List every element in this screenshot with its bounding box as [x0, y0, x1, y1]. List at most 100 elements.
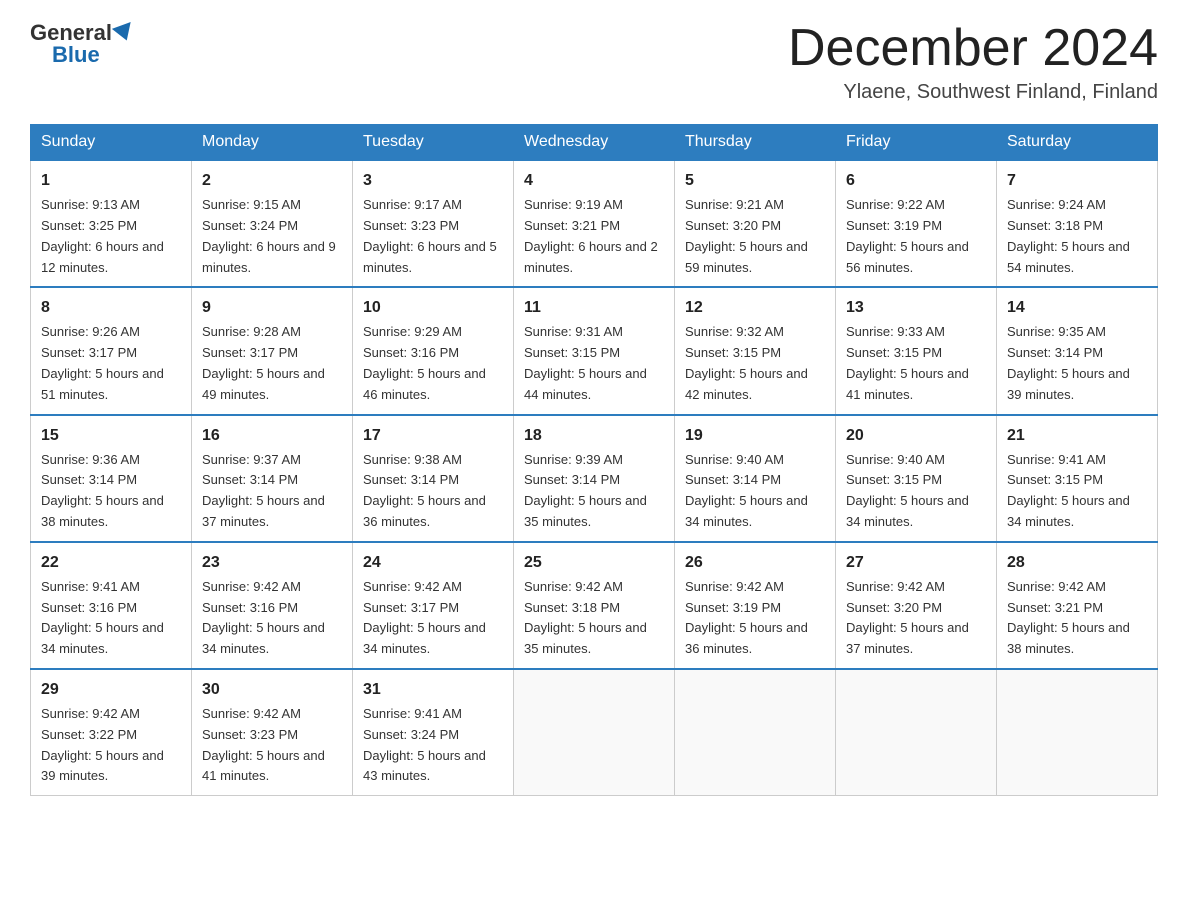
- calendar-day-cell: 7Sunrise: 9:24 AMSunset: 3:18 PMDaylight…: [997, 160, 1158, 287]
- day-info: Sunrise: 9:42 AMSunset: 3:23 PMDaylight:…: [202, 704, 342, 787]
- day-number: 10: [363, 296, 503, 320]
- calendar-table: SundayMondayTuesdayWednesdayThursdayFrid…: [30, 124, 1158, 796]
- day-number: 5: [685, 169, 825, 193]
- calendar-day-cell: 15Sunrise: 9:36 AMSunset: 3:14 PMDayligh…: [31, 415, 192, 542]
- day-number: 27: [846, 551, 986, 575]
- day-info: Sunrise: 9:42 AMSunset: 3:19 PMDaylight:…: [685, 577, 825, 660]
- calendar-day-cell: [514, 669, 675, 796]
- day-number: 6: [846, 169, 986, 193]
- day-info: Sunrise: 9:41 AMSunset: 3:15 PMDaylight:…: [1007, 450, 1147, 533]
- day-info: Sunrise: 9:22 AMSunset: 3:19 PMDaylight:…: [846, 195, 986, 278]
- calendar-day-header: Sunday: [31, 125, 192, 161]
- calendar-day-cell: 14Sunrise: 9:35 AMSunset: 3:14 PMDayligh…: [997, 287, 1158, 414]
- day-info: Sunrise: 9:39 AMSunset: 3:14 PMDaylight:…: [524, 450, 664, 533]
- day-number: 22: [41, 551, 181, 575]
- day-number: 3: [363, 169, 503, 193]
- calendar-day-header: Monday: [192, 125, 353, 161]
- calendar-day-cell: 21Sunrise: 9:41 AMSunset: 3:15 PMDayligh…: [997, 415, 1158, 542]
- day-number: 21: [1007, 424, 1147, 448]
- day-number: 20: [846, 424, 986, 448]
- day-number: 18: [524, 424, 664, 448]
- calendar-day-cell: 24Sunrise: 9:42 AMSunset: 3:17 PMDayligh…: [353, 542, 514, 669]
- logo-triangle-icon: [112, 22, 136, 44]
- day-number: 7: [1007, 169, 1147, 193]
- calendar-day-cell: 20Sunrise: 9:40 AMSunset: 3:15 PMDayligh…: [836, 415, 997, 542]
- day-info: Sunrise: 9:17 AMSunset: 3:23 PMDaylight:…: [363, 195, 503, 278]
- day-info: Sunrise: 9:40 AMSunset: 3:14 PMDaylight:…: [685, 450, 825, 533]
- day-number: 17: [363, 424, 503, 448]
- calendar-week-row: 22Sunrise: 9:41 AMSunset: 3:16 PMDayligh…: [31, 542, 1158, 669]
- calendar-day-header: Tuesday: [353, 125, 514, 161]
- month-title: December 2024: [788, 20, 1158, 77]
- day-info: Sunrise: 9:33 AMSunset: 3:15 PMDaylight:…: [846, 322, 986, 405]
- day-info: Sunrise: 9:38 AMSunset: 3:14 PMDaylight:…: [363, 450, 503, 533]
- calendar-day-cell: 29Sunrise: 9:42 AMSunset: 3:22 PMDayligh…: [31, 669, 192, 796]
- day-info: Sunrise: 9:42 AMSunset: 3:17 PMDaylight:…: [363, 577, 503, 660]
- day-number: 13: [846, 296, 986, 320]
- day-info: Sunrise: 9:37 AMSunset: 3:14 PMDaylight:…: [202, 450, 342, 533]
- day-info: Sunrise: 9:42 AMSunset: 3:16 PMDaylight:…: [202, 577, 342, 660]
- day-number: 2: [202, 169, 342, 193]
- calendar-day-cell: 26Sunrise: 9:42 AMSunset: 3:19 PMDayligh…: [675, 542, 836, 669]
- calendar-day-cell: 16Sunrise: 9:37 AMSunset: 3:14 PMDayligh…: [192, 415, 353, 542]
- calendar-day-header: Thursday: [675, 125, 836, 161]
- day-info: Sunrise: 9:42 AMSunset: 3:20 PMDaylight:…: [846, 577, 986, 660]
- day-number: 31: [363, 678, 503, 702]
- calendar-day-cell: 13Sunrise: 9:33 AMSunset: 3:15 PMDayligh…: [836, 287, 997, 414]
- day-number: 30: [202, 678, 342, 702]
- calendar-week-row: 8Sunrise: 9:26 AMSunset: 3:17 PMDaylight…: [31, 287, 1158, 414]
- day-number: 24: [363, 551, 503, 575]
- calendar-day-cell: 10Sunrise: 9:29 AMSunset: 3:16 PMDayligh…: [353, 287, 514, 414]
- location: Ylaene, Southwest Finland, Finland: [788, 81, 1158, 104]
- day-info: Sunrise: 9:35 AMSunset: 3:14 PMDaylight:…: [1007, 322, 1147, 405]
- day-info: Sunrise: 9:21 AMSunset: 3:20 PMDaylight:…: [685, 195, 825, 278]
- day-info: Sunrise: 9:29 AMSunset: 3:16 PMDaylight:…: [363, 322, 503, 405]
- calendar-day-cell: 6Sunrise: 9:22 AMSunset: 3:19 PMDaylight…: [836, 160, 997, 287]
- calendar-day-cell: 9Sunrise: 9:28 AMSunset: 3:17 PMDaylight…: [192, 287, 353, 414]
- calendar-day-cell: 12Sunrise: 9:32 AMSunset: 3:15 PMDayligh…: [675, 287, 836, 414]
- day-number: 1: [41, 169, 181, 193]
- day-info: Sunrise: 9:15 AMSunset: 3:24 PMDaylight:…: [202, 195, 342, 278]
- day-info: Sunrise: 9:13 AMSunset: 3:25 PMDaylight:…: [41, 195, 181, 278]
- calendar-day-cell: 19Sunrise: 9:40 AMSunset: 3:14 PMDayligh…: [675, 415, 836, 542]
- calendar-day-cell: 30Sunrise: 9:42 AMSunset: 3:23 PMDayligh…: [192, 669, 353, 796]
- calendar-week-row: 29Sunrise: 9:42 AMSunset: 3:22 PMDayligh…: [31, 669, 1158, 796]
- day-info: Sunrise: 9:36 AMSunset: 3:14 PMDaylight:…: [41, 450, 181, 533]
- day-number: 28: [1007, 551, 1147, 575]
- day-info: Sunrise: 9:41 AMSunset: 3:16 PMDaylight:…: [41, 577, 181, 660]
- calendar-day-header: Friday: [836, 125, 997, 161]
- calendar-day-cell: 25Sunrise: 9:42 AMSunset: 3:18 PMDayligh…: [514, 542, 675, 669]
- day-number: 4: [524, 169, 664, 193]
- calendar-day-cell: 28Sunrise: 9:42 AMSunset: 3:21 PMDayligh…: [997, 542, 1158, 669]
- day-info: Sunrise: 9:26 AMSunset: 3:17 PMDaylight:…: [41, 322, 181, 405]
- day-number: 8: [41, 296, 181, 320]
- calendar-day-cell: [675, 669, 836, 796]
- day-info: Sunrise: 9:28 AMSunset: 3:17 PMDaylight:…: [202, 322, 342, 405]
- day-number: 29: [41, 678, 181, 702]
- day-number: 11: [524, 296, 664, 320]
- day-number: 16: [202, 424, 342, 448]
- page-header: General Blue December 2024 Ylaene, South…: [30, 20, 1158, 104]
- day-number: 25: [524, 551, 664, 575]
- calendar-day-cell: 11Sunrise: 9:31 AMSunset: 3:15 PMDayligh…: [514, 287, 675, 414]
- day-number: 19: [685, 424, 825, 448]
- calendar-week-row: 15Sunrise: 9:36 AMSunset: 3:14 PMDayligh…: [31, 415, 1158, 542]
- logo: General Blue: [30, 20, 136, 68]
- calendar-day-cell: 17Sunrise: 9:38 AMSunset: 3:14 PMDayligh…: [353, 415, 514, 542]
- calendar-day-header: Wednesday: [514, 125, 675, 161]
- day-number: 23: [202, 551, 342, 575]
- day-number: 15: [41, 424, 181, 448]
- calendar-day-cell: 27Sunrise: 9:42 AMSunset: 3:20 PMDayligh…: [836, 542, 997, 669]
- calendar-day-cell: [836, 669, 997, 796]
- day-info: Sunrise: 9:32 AMSunset: 3:15 PMDaylight:…: [685, 322, 825, 405]
- calendar-day-cell: 3Sunrise: 9:17 AMSunset: 3:23 PMDaylight…: [353, 160, 514, 287]
- calendar-day-cell: 8Sunrise: 9:26 AMSunset: 3:17 PMDaylight…: [31, 287, 192, 414]
- calendar-day-cell: 2Sunrise: 9:15 AMSunset: 3:24 PMDaylight…: [192, 160, 353, 287]
- day-info: Sunrise: 9:42 AMSunset: 3:22 PMDaylight:…: [41, 704, 181, 787]
- day-info: Sunrise: 9:42 AMSunset: 3:18 PMDaylight:…: [524, 577, 664, 660]
- calendar-day-cell: 1Sunrise: 9:13 AMSunset: 3:25 PMDaylight…: [31, 160, 192, 287]
- calendar-week-row: 1Sunrise: 9:13 AMSunset: 3:25 PMDaylight…: [31, 160, 1158, 287]
- title-section: December 2024 Ylaene, Southwest Finland,…: [788, 20, 1158, 104]
- day-number: 26: [685, 551, 825, 575]
- day-info: Sunrise: 9:24 AMSunset: 3:18 PMDaylight:…: [1007, 195, 1147, 278]
